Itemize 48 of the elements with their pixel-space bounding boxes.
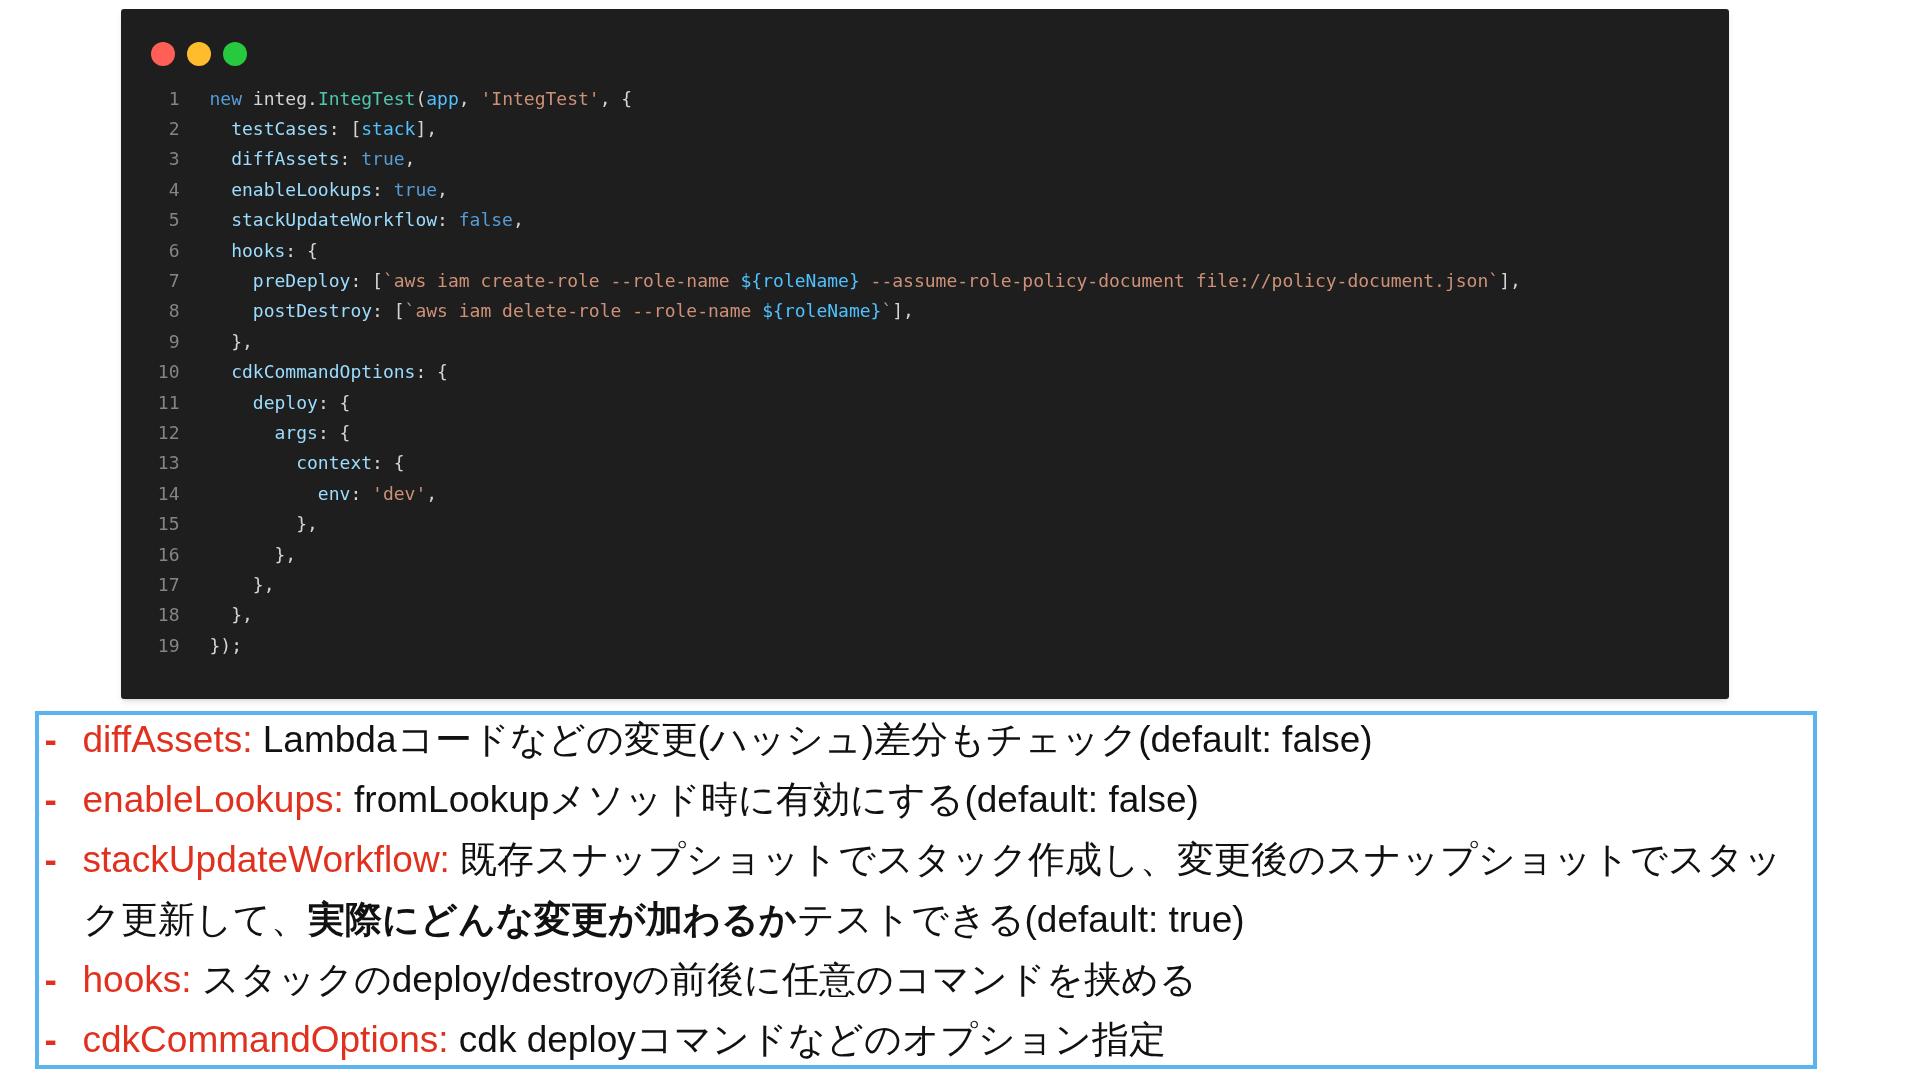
code-line: enableLookups: true, xyxy=(230,177,448,202)
line-number: 12 xyxy=(156,421,180,445)
code-line: diffAssets: true, xyxy=(230,147,416,172)
note-text: cdkCommandOptions: cdk deployコマンドなどのオプション指定 xyxy=(82,1018,1167,1062)
line-number: 19 xyxy=(156,633,180,658)
line-number: 17 xyxy=(156,572,180,597)
line-number: 6 xyxy=(167,238,180,263)
code-line: testCases: [stack], xyxy=(230,117,438,142)
dash-marker: - xyxy=(43,718,58,762)
line-number: 4 xyxy=(167,177,180,202)
line-number: 15 xyxy=(156,512,180,537)
line-number: 16 xyxy=(156,542,180,567)
dash-marker: - xyxy=(43,778,58,822)
line-number: 13 xyxy=(156,451,180,476)
dash-marker: - xyxy=(43,958,58,1002)
code-line: postDestroy: [`aws iam delete-role --role-name ${roleName}`], xyxy=(251,299,914,324)
line-number: 1 xyxy=(167,86,180,111)
line-number: 8 xyxy=(167,299,180,324)
code-line: }, xyxy=(273,542,297,567)
line-number: 11 xyxy=(156,390,180,415)
code-line: context: { xyxy=(295,451,405,476)
code-line: preDeploy: [`aws iam create-role --role-name ${roleName} --assume-role-policy-document file://policy-document.json`], xyxy=(251,269,1521,294)
code-line: }, xyxy=(230,329,253,354)
code-line: stackUpdateWorkflow: false, xyxy=(230,208,524,233)
note-text: hooks: スタックのdeploy/destroyの前後に任意のコマンドを挟める xyxy=(82,958,1199,1002)
code-line: hooks: { xyxy=(230,238,318,263)
note-text: enableLookups: fromLookupメソッド時に有効にする(default: false) xyxy=(82,778,1200,822)
line-number: 5 xyxy=(167,208,180,233)
code-line: cdkCommandOptions: { xyxy=(230,360,448,385)
line-number: 9 xyxy=(167,329,180,354)
code-line: args: { xyxy=(273,421,351,445)
note-text: stackUpdateWorkflow: 既存スナップショットでスタック作成し、変更後のスナップショットでスタック更新して、実際にどんな変更が加わるかテストできる(default: true) xyxy=(82,838,1784,942)
note-text: diffAssets: Lambdaコードなどの変更(ハッシュ)差分もチェック(default: false) xyxy=(82,718,1374,762)
code-line: new integ.IntegTest(app, 'IntegTest', { xyxy=(209,86,633,111)
line-number: 10 xyxy=(156,360,180,385)
dash-marker: - xyxy=(43,838,58,882)
line-number: 18 xyxy=(156,603,180,628)
code-line: }, xyxy=(295,512,318,537)
code-line: }, xyxy=(230,603,253,628)
dash-marker: - xyxy=(43,1018,58,1062)
code-line: deploy: { xyxy=(251,390,351,415)
line-number: 14 xyxy=(156,481,180,506)
code-line: }, xyxy=(251,572,275,597)
code-line: }); xyxy=(209,633,242,658)
line-number: 2 xyxy=(167,117,180,142)
code-line: env: 'dev', xyxy=(316,481,438,506)
line-number: 3 xyxy=(167,147,180,172)
line-number: 7 xyxy=(167,269,180,294)
